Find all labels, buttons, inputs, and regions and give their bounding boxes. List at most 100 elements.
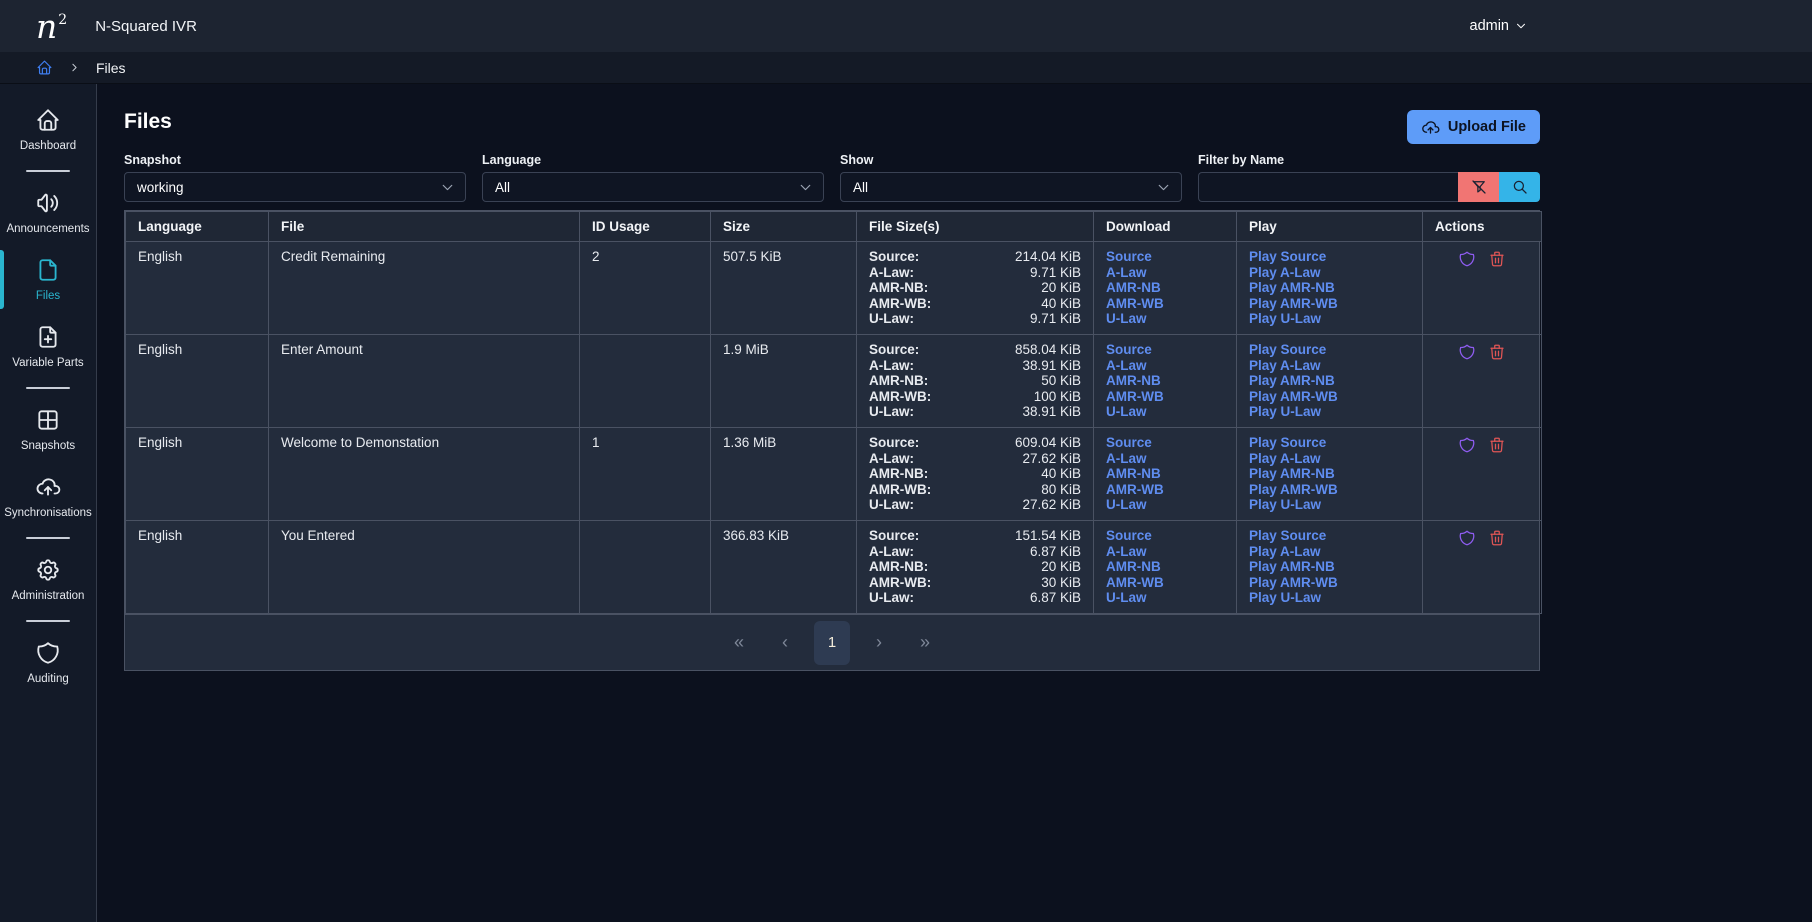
shield-icon[interactable] bbox=[1458, 529, 1476, 547]
filter-by-name-input[interactable] bbox=[1198, 172, 1458, 202]
chevron-right-icon bbox=[68, 61, 81, 74]
sidebar-item-label: Administration bbox=[12, 590, 85, 602]
cell-file-sizes: Source:151.54 KiBA-Law:6.87 KiBAMR-NB:20… bbox=[857, 521, 1094, 614]
play-link[interactable]: Play U-Law bbox=[1249, 404, 1410, 420]
last-page-button[interactable]: » bbox=[908, 623, 942, 663]
sidebar-item-auditing[interactable]: Auditing bbox=[0, 629, 96, 696]
column-header-file: File bbox=[269, 212, 580, 242]
play-link[interactable]: Play AMR-NB bbox=[1249, 373, 1410, 389]
sidebar-item-dashboard[interactable]: Dashboard bbox=[0, 96, 96, 163]
shield-icon[interactable] bbox=[1458, 436, 1476, 454]
next-page-button[interactable]: › bbox=[862, 623, 896, 663]
download-link[interactable]: Source bbox=[1106, 528, 1224, 544]
play-link[interactable]: Play Source bbox=[1249, 249, 1410, 265]
play-link[interactable]: Play AMR-NB bbox=[1249, 280, 1410, 296]
clear-filter-button[interactable] bbox=[1458, 172, 1499, 202]
filter-label-language: Language bbox=[482, 153, 824, 167]
cell-play: Play SourcePlay A-LawPlay AMR-NBPlay AMR… bbox=[1237, 335, 1423, 428]
trash-icon[interactable] bbox=[1488, 529, 1506, 547]
download-link[interactable]: AMR-WB bbox=[1106, 296, 1224, 312]
app-logo: n2 bbox=[36, 10, 67, 43]
file-size-line: AMR-WB:30 KiB bbox=[869, 575, 1081, 591]
play-link[interactable]: Play AMR-WB bbox=[1249, 482, 1410, 498]
search-button[interactable] bbox=[1499, 172, 1540, 202]
sidebar-item-snapshots[interactable]: Snapshots bbox=[0, 396, 96, 463]
download-link[interactable]: A-Law bbox=[1106, 358, 1224, 374]
download-link[interactable]: AMR-WB bbox=[1106, 482, 1224, 498]
download-link[interactable]: U-Law bbox=[1106, 590, 1224, 606]
shield-icon[interactable] bbox=[1458, 343, 1476, 361]
speaker-icon bbox=[35, 190, 61, 216]
cell-language: English bbox=[126, 242, 269, 335]
download-link[interactable]: U-Law bbox=[1106, 404, 1224, 420]
play-link[interactable]: Play U-Law bbox=[1249, 311, 1410, 327]
download-link[interactable]: AMR-WB bbox=[1106, 389, 1224, 405]
play-link[interactable]: Play AMR-WB bbox=[1249, 296, 1410, 312]
download-link[interactable]: AMR-NB bbox=[1106, 559, 1224, 575]
first-page-button[interactable]: « bbox=[722, 623, 756, 663]
download-link[interactable]: A-Law bbox=[1106, 451, 1224, 467]
play-link[interactable]: Play Source bbox=[1249, 342, 1410, 358]
sidebar-item-announcements[interactable]: Announcements bbox=[0, 179, 96, 246]
cell-file: Enter Amount bbox=[269, 335, 580, 428]
download-link[interactable]: AMR-NB bbox=[1106, 280, 1224, 296]
user-menu[interactable]: admin bbox=[1470, 18, 1529, 34]
play-link[interactable]: Play AMR-NB bbox=[1249, 466, 1410, 482]
play-link[interactable]: Play A-Law bbox=[1249, 358, 1410, 374]
pagination: « ‹ 1 › » bbox=[125, 614, 1539, 670]
download-link[interactable]: AMR-NB bbox=[1106, 466, 1224, 482]
download-link[interactable]: Source bbox=[1106, 342, 1224, 358]
download-link[interactable]: Source bbox=[1106, 435, 1224, 451]
download-link[interactable]: Source bbox=[1106, 249, 1224, 265]
show-select[interactable]: All bbox=[840, 172, 1182, 202]
file-size-line: U-Law:6.87 KiB bbox=[869, 590, 1081, 606]
download-link[interactable]: A-Law bbox=[1106, 544, 1224, 560]
download-link[interactable]: U-Law bbox=[1106, 311, 1224, 327]
download-link[interactable]: AMR-WB bbox=[1106, 575, 1224, 591]
home-icon[interactable] bbox=[36, 59, 53, 76]
grid-icon bbox=[35, 407, 61, 433]
play-link[interactable]: Play Source bbox=[1249, 435, 1410, 451]
chevron-down-icon bbox=[439, 179, 456, 196]
cell-actions bbox=[1423, 335, 1542, 428]
sidebar-item-synchronisations[interactable]: Synchronisations bbox=[0, 463, 96, 530]
prev-page-button[interactable]: ‹ bbox=[768, 623, 802, 663]
cloud-upload-icon bbox=[35, 474, 61, 500]
play-link[interactable]: Play A-Law bbox=[1249, 265, 1410, 281]
cell-download: SourceA-LawAMR-NBAMR-WBU-Law bbox=[1094, 242, 1237, 335]
play-link[interactable]: Play Source bbox=[1249, 528, 1410, 544]
current-page-button[interactable]: 1 bbox=[814, 621, 850, 665]
column-header-actions: Actions bbox=[1423, 212, 1542, 242]
sidebar-item-files[interactable]: Files bbox=[0, 246, 96, 313]
trash-icon[interactable] bbox=[1488, 343, 1506, 361]
cell-play: Play SourcePlay A-LawPlay AMR-NBPlay AMR… bbox=[1237, 242, 1423, 335]
cell-id-usage bbox=[580, 521, 711, 614]
sidebar-item-variable-parts[interactable]: Variable Parts bbox=[0, 313, 96, 380]
play-link[interactable]: Play A-Law bbox=[1249, 451, 1410, 467]
play-link[interactable]: Play U-Law bbox=[1249, 497, 1410, 513]
play-link[interactable]: Play A-Law bbox=[1249, 544, 1410, 560]
file-size-line: AMR-NB:20 KiB bbox=[869, 280, 1081, 296]
trash-icon[interactable] bbox=[1488, 436, 1506, 454]
cell-language: English bbox=[126, 428, 269, 521]
sidebar-divider bbox=[26, 537, 70, 539]
file-size-line: Source:609.04 KiB bbox=[869, 435, 1081, 451]
column-header-download: Download bbox=[1094, 212, 1237, 242]
trash-icon[interactable] bbox=[1488, 250, 1506, 268]
play-link[interactable]: Play U-Law bbox=[1249, 590, 1410, 606]
upload-file-button[interactable]: Upload File bbox=[1407, 110, 1540, 144]
cell-size: 1.36 MiB bbox=[711, 428, 857, 521]
play-link[interactable]: Play AMR-NB bbox=[1249, 559, 1410, 575]
play-link[interactable]: Play AMR-WB bbox=[1249, 389, 1410, 405]
sidebar-item-administration[interactable]: Administration bbox=[0, 546, 96, 613]
snapshot-select[interactable]: working bbox=[124, 172, 466, 202]
play-link[interactable]: Play AMR-WB bbox=[1249, 575, 1410, 591]
cell-download: SourceA-LawAMR-NBAMR-WBU-Law bbox=[1094, 428, 1237, 521]
language-select[interactable]: All bbox=[482, 172, 824, 202]
shield-icon[interactable] bbox=[1458, 250, 1476, 268]
column-header-play: Play bbox=[1237, 212, 1423, 242]
download-link[interactable]: AMR-NB bbox=[1106, 373, 1224, 389]
search-icon bbox=[1511, 178, 1529, 196]
download-link[interactable]: U-Law bbox=[1106, 497, 1224, 513]
download-link[interactable]: A-Law bbox=[1106, 265, 1224, 281]
